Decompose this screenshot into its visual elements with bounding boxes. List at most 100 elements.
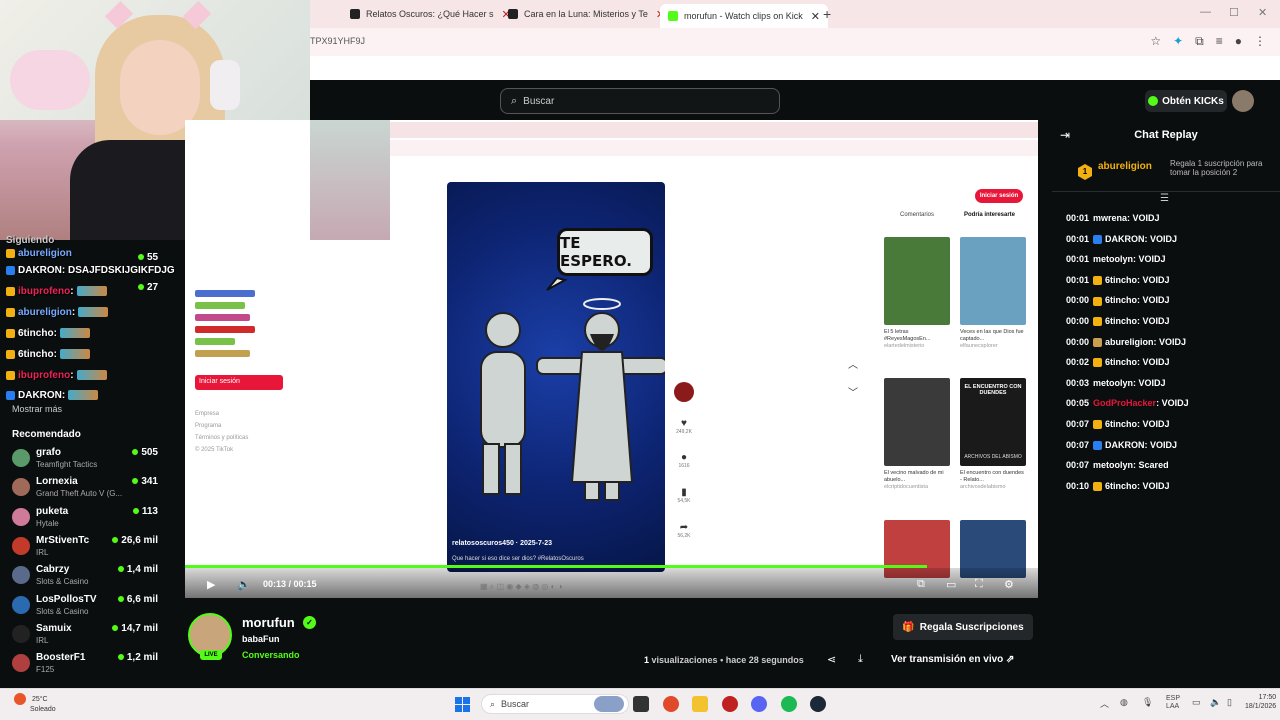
recommended-channel[interactable]: grafo Teamfight Tactics 505 bbox=[10, 447, 180, 475]
widget-icon[interactable] bbox=[594, 696, 624, 712]
chat-message: 00:01 6tincho: VOIDJ bbox=[1066, 275, 1170, 285]
share-icon[interactable]: ⋖ bbox=[827, 653, 836, 666]
channel-name: Samuix bbox=[36, 623, 72, 634]
fullscreen-icon[interactable]: ⛶ bbox=[975, 578, 983, 591]
spotify-icon[interactable] bbox=[781, 696, 797, 712]
stream-category[interactable]: Conversando bbox=[242, 650, 300, 660]
chat-username[interactable]: mwrena bbox=[1093, 213, 1127, 223]
menu-icon[interactable]: ⋮ bbox=[1254, 34, 1266, 49]
chat-text: VOIDJ bbox=[1142, 480, 1170, 491]
inner-footer-link: © 2025 TikTok bbox=[195, 447, 234, 453]
chat-username[interactable]: 6tincho bbox=[1105, 275, 1137, 285]
theater-icon[interactable]: ▭ bbox=[946, 578, 956, 591]
chat-badge-icon bbox=[1093, 440, 1103, 450]
gift-subs-button[interactable]: 🎁 Regala Suscripciones bbox=[893, 614, 1033, 640]
get-kicks-button[interactable]: Obtén KICKs bbox=[1145, 90, 1227, 112]
gift-subs-label: Regala Suscripciones bbox=[919, 621, 1024, 633]
close-icon[interactable]: ✕ bbox=[811, 10, 820, 23]
recommended-channel[interactable]: LosPollosTV Slots & Casino 6,6 mil bbox=[10, 594, 180, 622]
viewer-count: 1,4 mil bbox=[117, 564, 158, 575]
inner-footer-link: Términos y políticas bbox=[195, 435, 249, 441]
channel-avatar bbox=[12, 625, 30, 643]
speaker-icon[interactable]: 🔈 bbox=[1210, 697, 1221, 708]
weather-widget[interactable]: 25°C Soleado bbox=[14, 693, 56, 714]
streamer-name[interactable]: morufun bbox=[242, 615, 295, 630]
browser-tab-3[interactable]: morufun - Watch clips on Kick ✕ bbox=[660, 4, 828, 28]
microphone-icon[interactable]: 🎙 bbox=[1142, 697, 1153, 708]
chat-username[interactable]: DAKRON bbox=[1105, 234, 1145, 244]
star-icon[interactable]: ☆ bbox=[1150, 34, 1161, 49]
chat-username[interactable]: 6tincho bbox=[1105, 357, 1137, 367]
inner-footer-link: Programa bbox=[195, 423, 222, 429]
volume-icon[interactable]: 🔈 bbox=[237, 578, 251, 591]
chat-timestamp: 00:00 bbox=[1066, 295, 1090, 306]
download-icon[interactable]: ⤓ bbox=[858, 653, 863, 666]
search-input[interactable]: ⌕ Buscar bbox=[500, 88, 780, 114]
address-bar[interactable]: TPX91YHF9J ☆ ✦ ⧉ ≡ ● ⋮ bbox=[310, 28, 1280, 56]
extension-icon[interactable]: ✦ bbox=[1173, 34, 1183, 49]
browser-tab-2[interactable]: Cara en la Luna: Misterios y Te ✕ bbox=[508, 4, 665, 24]
settings-icon[interactable]: ⚙ bbox=[1004, 578, 1014, 591]
chat-badge-icon bbox=[6, 265, 15, 275]
recommended-channel[interactable]: Lornexia Grand Theft Auto V (G... 341 bbox=[10, 476, 180, 504]
recommended-channel[interactable]: BoosterF1 F125 1,2 mil bbox=[10, 652, 180, 680]
clock[interactable]: 17:50 18/1/2026 bbox=[1245, 693, 1276, 711]
thumb-author: elfaunecsplorer bbox=[960, 343, 998, 349]
recommended-channel[interactable]: MrStivenTc IRL 26,6 mil bbox=[10, 535, 180, 563]
chat-text: Scared bbox=[1138, 460, 1169, 471]
steam-icon[interactable] bbox=[810, 696, 826, 712]
language-indicator[interactable]: ESP LAA bbox=[1166, 695, 1180, 711]
chat-badge-icon bbox=[1093, 275, 1103, 285]
chat-username[interactable]: DAKRON bbox=[1105, 440, 1145, 450]
tray-chevron-icon[interactable]: ︿ bbox=[1100, 697, 1109, 710]
view-text: visualizaciones • hace 28 segundos bbox=[651, 655, 804, 665]
channel-name: puketa bbox=[36, 506, 69, 517]
chat-username[interactable]: metoolyn bbox=[1093, 460, 1133, 470]
minimize-icon[interactable]: — bbox=[1200, 6, 1211, 18]
browser-tab-1[interactable]: Relatos Oscuros: ¿Qué Hacer s ✕ bbox=[350, 4, 511, 24]
battery-icon[interactable]: ▯ bbox=[1227, 697, 1232, 708]
clip-icon[interactable]: ⧉ bbox=[917, 578, 925, 591]
chrome-icon[interactable] bbox=[663, 696, 679, 712]
watch-live-link[interactable]: Ver transmisión en vivo ⇗ bbox=[891, 654, 1014, 665]
show-more-link[interactable]: Mostrar más bbox=[12, 404, 62, 414]
chat-username[interactable]: abureligion bbox=[1105, 337, 1154, 347]
task-view-icon[interactable] bbox=[633, 696, 649, 712]
chat-username[interactable]: metoolyn bbox=[1093, 254, 1133, 264]
discord-icon[interactable] bbox=[751, 696, 767, 712]
play-icon[interactable]: ▶ bbox=[207, 578, 215, 591]
channel-name: MrStivenTc bbox=[36, 535, 90, 546]
recommended-channel[interactable]: puketa Hytale 113 bbox=[10, 506, 180, 534]
maximize-icon[interactable]: ☐ bbox=[1229, 6, 1239, 19]
channel-category: Slots & Casino bbox=[36, 577, 89, 586]
chat-username[interactable]: metoolyn bbox=[1093, 378, 1133, 388]
tab-label: Cara en la Luna: Misterios y Te bbox=[524, 9, 648, 19]
channel-category: Grand Theft Auto V (G... bbox=[36, 489, 123, 498]
playlist-icon[interactable]: ≡ bbox=[1216, 34, 1223, 49]
live-dot-icon bbox=[117, 654, 124, 660]
display-icon[interactable]: ▭ bbox=[1192, 697, 1201, 708]
overlay-username: DAKRON bbox=[18, 265, 62, 276]
app-icon[interactable] bbox=[722, 696, 738, 712]
puzzle-icon[interactable]: ⧉ bbox=[1195, 34, 1204, 49]
overlay-username: Siguiendo bbox=[6, 235, 55, 246]
recommended-channel[interactable]: Cabrzy Slots & Casino 1,4 mil bbox=[10, 564, 180, 592]
chat-username[interactable]: 6tincho bbox=[1105, 316, 1137, 326]
overlay-text: : bbox=[70, 286, 74, 297]
thumb-author: elcriptidocuentista bbox=[884, 484, 929, 490]
expand-icon[interactable]: ☰ bbox=[1160, 193, 1169, 204]
new-tab-button[interactable]: + bbox=[823, 6, 831, 22]
chat-username[interactable]: 6tincho bbox=[1105, 481, 1137, 491]
profile-icon[interactable]: ● bbox=[1235, 34, 1242, 49]
explorer-icon[interactable] bbox=[692, 696, 708, 712]
user-avatar[interactable] bbox=[1232, 90, 1254, 112]
network-icon[interactable]: ◍ bbox=[1120, 697, 1128, 708]
thumb-caption: El 5 letras #ReyesMagosEn... elartedelmis… bbox=[884, 329, 950, 350]
channel-category: IRL bbox=[36, 636, 49, 645]
window-close-icon[interactable]: ✕ bbox=[1258, 6, 1267, 19]
chat-username[interactable]: 6tincho bbox=[1105, 419, 1137, 429]
recommended-channel[interactable]: Samuix IRL 14,7 mil bbox=[10, 623, 180, 651]
chat-username[interactable]: 6tincho bbox=[1105, 295, 1137, 305]
windows-start-icon[interactable] bbox=[455, 697, 470, 712]
chat-username[interactable]: GodProHacker bbox=[1093, 398, 1156, 408]
